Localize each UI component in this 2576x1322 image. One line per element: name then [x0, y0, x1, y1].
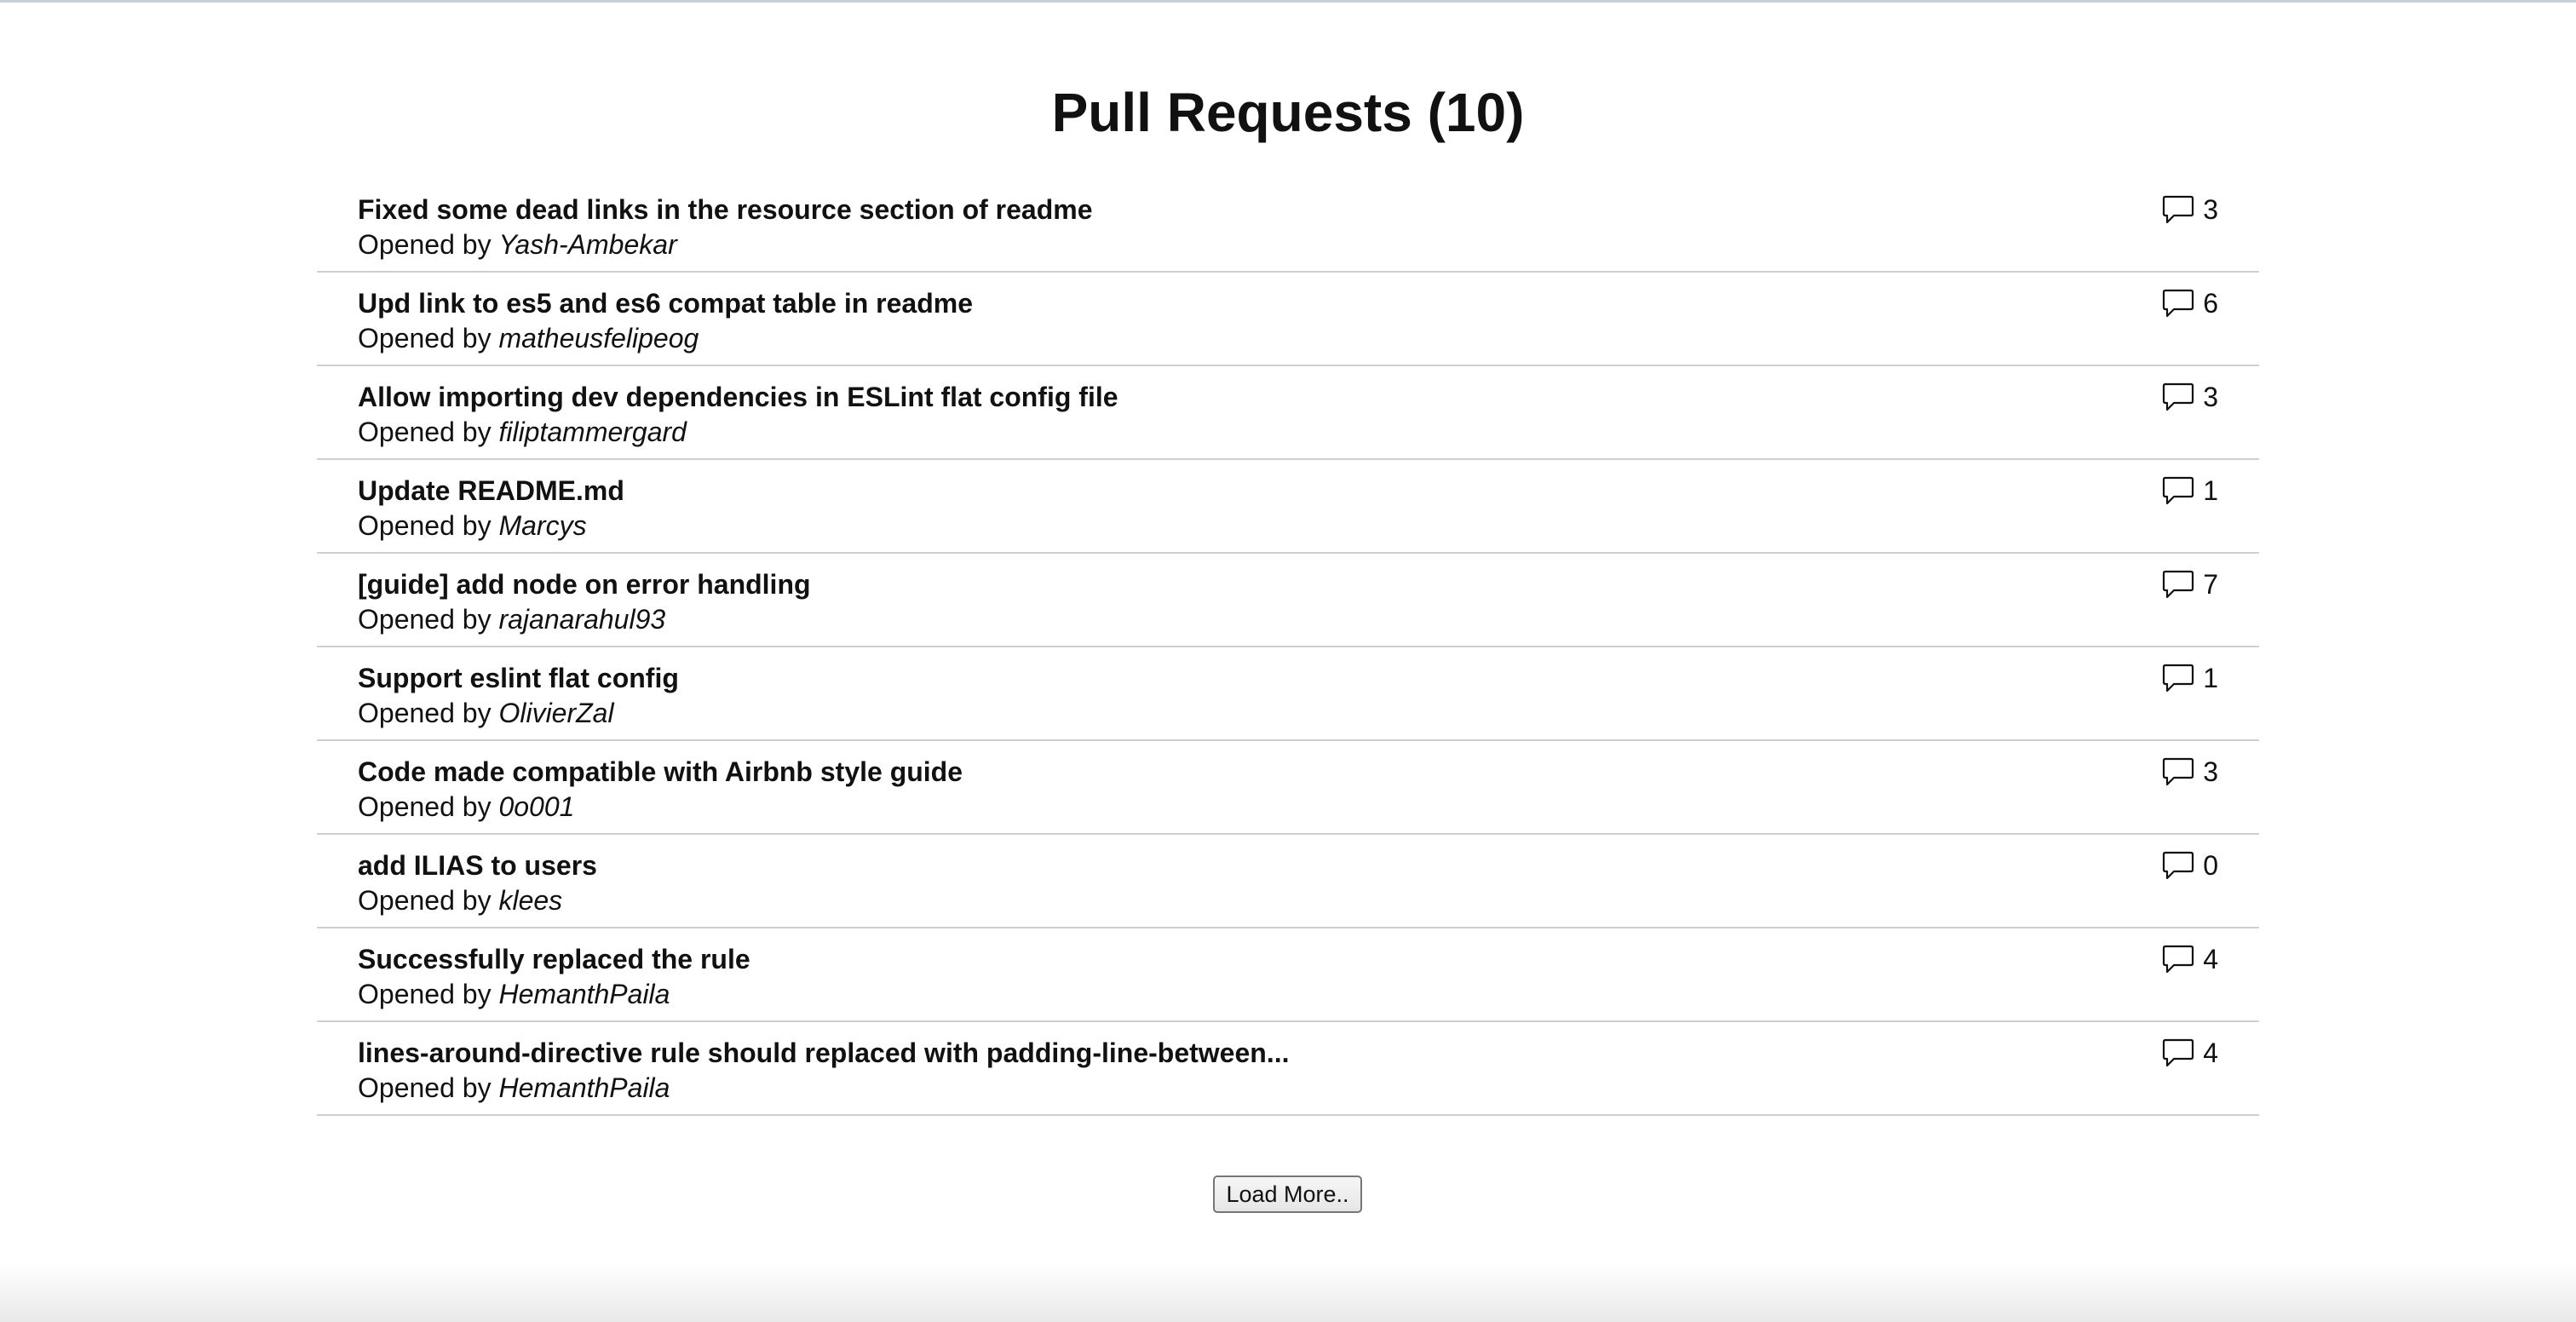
pull-request-title-link[interactable]: Fixed some dead links in the resource se…	[358, 193, 1093, 227]
opened-by-label: Opened by	[358, 791, 492, 822]
pull-request-meta: Opened by HemanthPaila	[358, 1071, 670, 1105]
pull-request-meta: Opened by HemanthPaila	[358, 977, 670, 1011]
pull-request-title-link[interactable]: Successfully replaced the rule	[358, 942, 750, 976]
comment-count[interactable]: 1	[2162, 474, 2218, 508]
pull-request-title-link[interactable]: lines-around-directive rule should repla…	[358, 1036, 1289, 1070]
pull-request-author: HemanthPaila	[498, 979, 670, 1009]
comment-count-value: 3	[2203, 382, 2218, 412]
comment-count[interactable]: 4	[2162, 1036, 2218, 1070]
comment-icon	[2162, 569, 2194, 600]
pull-request-title-link[interactable]: Update README.md	[358, 474, 624, 508]
opened-by-label: Opened by	[358, 698, 492, 728]
pull-request-author: Marcys	[498, 510, 587, 541]
pull-request-title-link[interactable]: Upd link to es5 and es6 compat table in …	[358, 286, 973, 320]
comment-count[interactable]: 3	[2162, 380, 2218, 414]
pull-request-author: rajanarahul93	[498, 604, 666, 635]
pull-request-meta: Opened by rajanarahul93	[358, 602, 665, 636]
pull-request-meta: Opened by klees	[358, 883, 562, 917]
pull-request-meta: Opened by Yash-Ambekar	[358, 227, 677, 262]
comment-icon	[2162, 756, 2194, 787]
comment-icon	[2162, 475, 2194, 506]
comment-icon	[2162, 663, 2194, 693]
comment-count[interactable]: 0	[2162, 848, 2218, 882]
comment-count-value: 4	[2203, 944, 2218, 974]
comment-count-value: 3	[2203, 194, 2218, 225]
pull-request-row: Code made compatible with Airbnb style g…	[317, 741, 2259, 835]
comment-count[interactable]: 3	[2162, 193, 2218, 227]
opened-by-label: Opened by	[358, 885, 492, 916]
comment-count[interactable]: 4	[2162, 942, 2218, 976]
comment-count[interactable]: 7	[2162, 567, 2218, 601]
pull-request-meta: Opened by OlivierZal	[358, 696, 614, 730]
pull-request-author: 0o001	[498, 791, 575, 822]
comment-icon	[2162, 850, 2194, 881]
comment-count[interactable]: 6	[2162, 286, 2218, 320]
pull-request-meta: Opened by 0o001	[358, 790, 574, 824]
pull-request-title-link[interactable]: add ILIAS to users	[358, 848, 597, 882]
comment-icon	[2162, 382, 2194, 412]
pull-request-author: klees	[498, 885, 563, 916]
window-top-edge	[0, 0, 2576, 3]
opened-by-label: Opened by	[358, 604, 492, 635]
pull-request-title-link[interactable]: Allow importing dev dependencies in ESLi…	[358, 380, 1118, 414]
comment-icon	[2162, 288, 2194, 319]
comment-count-value: 3	[2203, 756, 2218, 787]
pull-request-title-link[interactable]: Code made compatible with Airbnb style g…	[358, 755, 963, 789]
pull-request-row: lines-around-directive rule should repla…	[317, 1022, 2259, 1116]
comment-count-value: 7	[2203, 569, 2218, 600]
pull-request-list: Fixed some dead links in the resource se…	[317, 179, 2259, 1116]
opened-by-label: Opened by	[358, 229, 492, 260]
pull-request-author: Yash-Ambekar	[498, 229, 677, 260]
pull-request-row: Update README.md Opened by Marcys 1	[317, 460, 2259, 554]
opened-by-label: Opened by	[358, 323, 492, 353]
comment-icon	[2162, 1037, 2194, 1068]
load-more-button[interactable]: Load More..	[1213, 1175, 1362, 1213]
pull-request-meta: Opened by filiptammergard	[358, 415, 687, 449]
comment-icon	[2162, 944, 2194, 974]
comment-count-value: 1	[2203, 475, 2218, 506]
comment-count-value: 6	[2203, 288, 2218, 319]
opened-by-label: Opened by	[358, 417, 492, 447]
opened-by-label: Opened by	[358, 1072, 492, 1103]
window-bottom-shadow	[0, 1262, 2576, 1322]
pull-request-row: [guide] add node on error handling Opene…	[317, 554, 2259, 647]
pull-request-meta: Opened by matheusfelipeog	[358, 321, 699, 355]
pull-request-title-link[interactable]: [guide] add node on error handling	[358, 567, 811, 601]
pull-request-author: matheusfelipeog	[498, 323, 699, 353]
opened-by-label: Opened by	[358, 979, 492, 1009]
pull-request-author: OlivierZal	[498, 698, 614, 728]
pull-request-row: Successfully replaced the rule Opened by…	[317, 928, 2259, 1022]
comment-count[interactable]: 1	[2162, 661, 2218, 695]
opened-by-label: Opened by	[358, 510, 492, 541]
pull-request-row: add ILIAS to users Opened by klees 0	[317, 835, 2259, 928]
pull-request-author: filiptammergard	[498, 417, 687, 447]
pull-request-meta: Opened by Marcys	[358, 509, 587, 543]
comment-count-value: 4	[2203, 1037, 2218, 1068]
pull-request-row: Fixed some dead links in the resource se…	[317, 179, 2259, 273]
page-title: Pull Requests (10)	[1051, 82, 1525, 143]
pull-request-row: Support eslint flat config Opened by Oli…	[317, 647, 2259, 741]
pull-request-title-link[interactable]: Support eslint flat config	[358, 661, 679, 695]
comment-count-value: 0	[2203, 850, 2218, 881]
pull-request-author: HemanthPaila	[498, 1072, 670, 1103]
pull-request-row: Allow importing dev dependencies in ESLi…	[317, 366, 2259, 460]
comment-count-value: 1	[2203, 663, 2218, 693]
comment-icon	[2162, 194, 2194, 225]
comment-count[interactable]: 3	[2162, 755, 2218, 789]
pull-request-row: Upd link to es5 and es6 compat table in …	[317, 273, 2259, 366]
